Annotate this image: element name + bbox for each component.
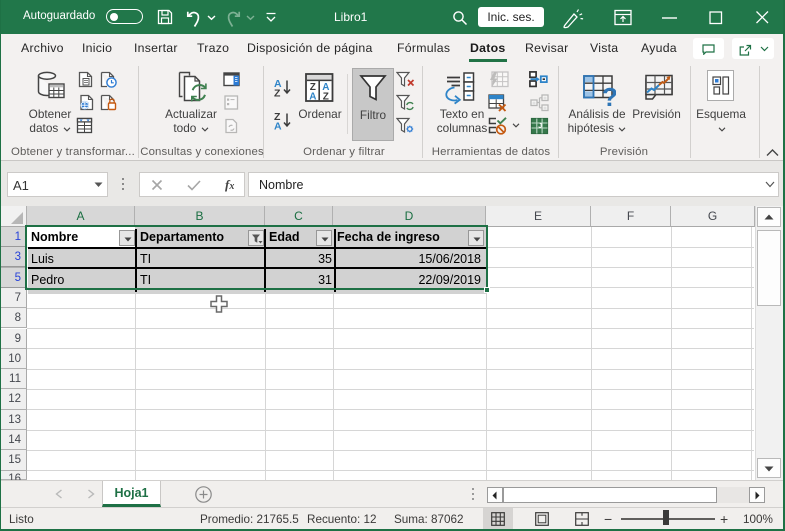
svg-text:A: A <box>274 121 282 131</box>
svg-text:Z: Z <box>274 88 281 98</box>
svg-text:?: ? <box>602 82 616 107</box>
svg-text:J: J <box>538 123 542 130</box>
svg-text:Z: Z <box>323 92 329 103</box>
svg-text:A: A <box>309 92 316 103</box>
